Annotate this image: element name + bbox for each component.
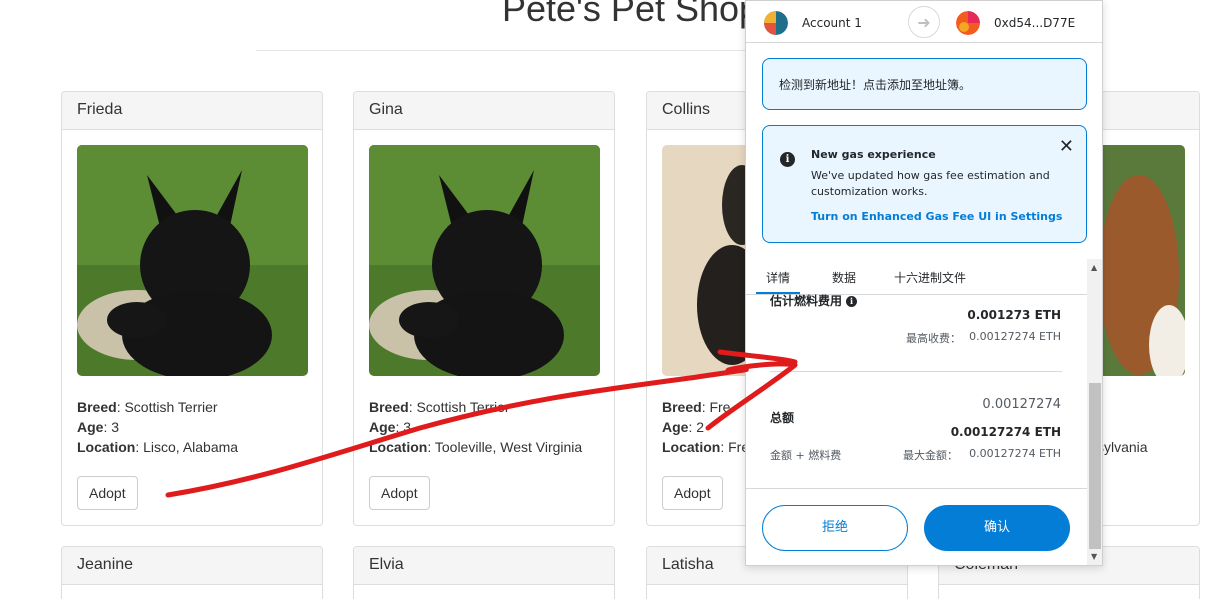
pet-breed: Scottish Terrier: [124, 399, 218, 415]
pet-breed: Scottish Terrier: [416, 399, 510, 415]
tab-details[interactable]: 详情: [766, 269, 790, 286]
scrollbar-thumb[interactable]: [1089, 383, 1101, 549]
arrow-right-icon: ➜: [908, 6, 940, 38]
info-icon[interactable]: i: [846, 296, 858, 307]
pet-name: Gina: [354, 92, 614, 130]
max-fee-label: 最高收费：: [906, 332, 961, 345]
recipient-avatar: [956, 11, 980, 35]
footer-divider: [746, 488, 1087, 489]
title-divider: [256, 50, 776, 51]
divider: [770, 371, 1062, 372]
breed-label: Breed: [662, 399, 702, 415]
account-name: Account 1: [802, 16, 862, 30]
gas-notice-title: New gas experience: [811, 148, 936, 161]
gas-experience-notice: i New gas experience We've updated how g…: [762, 125, 1087, 243]
age-label: Age: [662, 419, 689, 435]
pet-name: Jeanine: [62, 547, 322, 585]
pet-card-jeanine: Jeanine: [61, 546, 323, 599]
account-header: Account 1 ➜ 0xd54...D77E: [746, 1, 1102, 43]
to-address[interactable]: 0xd54...D77E: [956, 11, 1075, 35]
pet-location: Lisco, Alabama: [143, 439, 239, 455]
pet-name: Elvia: [354, 547, 614, 585]
scroll-up-icon[interactable]: ▲: [1091, 263, 1097, 272]
pet-photo: [369, 145, 600, 376]
location-label: Location: [77, 439, 136, 455]
pet-age: 3: [111, 419, 120, 435]
pet-location: sylvania: [1097, 439, 1148, 455]
reject-button[interactable]: 拒绝: [762, 505, 908, 551]
gas-notice-body: We've updated how gas fee estimation and…: [811, 169, 1050, 198]
adopt-button[interactable]: Adopt: [77, 476, 138, 510]
max-fee-value: 0.00127274 ETH: [969, 330, 1061, 343]
close-icon[interactable]: ✕: [1059, 136, 1074, 157]
from-account[interactable]: Account 1: [764, 11, 862, 35]
pet-card-gina: Gina Breed: Scottish Terrier Age: 3 Loca…: [353, 91, 615, 526]
detail-tabs: 详情 数据 十六进制文件: [746, 259, 1087, 295]
tab-hex[interactable]: 十六进制文件: [894, 269, 966, 286]
pet-card-frieda: Frieda Breed: Scottish Terrier Age: 3 Lo…: [61, 91, 323, 526]
adopt-button[interactable]: Adopt: [662, 476, 723, 510]
breed-label: Breed: [77, 399, 117, 415]
tab-data[interactable]: 数据: [832, 269, 856, 286]
total-small-value: 0.00127274: [982, 397, 1061, 412]
confirm-button[interactable]: 确认: [924, 505, 1070, 551]
pet-age: 3: [403, 419, 412, 435]
pet-breed: Fre: [709, 399, 731, 415]
estimated-gas-label: 估计燃料费用 i: [770, 292, 858, 309]
location-label: Location: [369, 439, 428, 455]
account-avatar: [764, 11, 788, 35]
page-title: Pete's Pet Shop: [502, 0, 760, 29]
breed-label: Breed: [369, 399, 409, 415]
recipient-address: 0xd54...D77E: [994, 16, 1076, 30]
pet-age: 2: [696, 419, 705, 435]
new-address-notice[interactable]: 检测到新地址！点击添加至地址簿。: [762, 58, 1087, 110]
total-value: 0.00127274 ETH: [950, 425, 1061, 439]
enhanced-gas-settings-link[interactable]: Turn on Enhanced Gas Fee UI in Settings: [811, 210, 1062, 223]
age-label: Age: [369, 419, 396, 435]
metamask-popup: Account 1 ➜ 0xd54...D77E 检测到新地址！点击添加至地址簿…: [745, 0, 1103, 566]
total-label: 总额: [770, 411, 795, 425]
location-label: Location: [662, 439, 721, 455]
max-amount-label: 最大金额：: [903, 449, 958, 462]
age-label: Age: [77, 419, 104, 435]
pet-name: Frieda: [62, 92, 322, 130]
amount-plus-gas-label: 金额 + 燃料费: [770, 449, 842, 462]
estimated-gas-value: 0.001273 ETH: [967, 308, 1061, 322]
scroll-down-icon[interactable]: ▼: [1091, 552, 1097, 561]
max-amount-value: 0.00127274 ETH: [969, 447, 1061, 460]
adopt-button[interactable]: Adopt: [369, 476, 430, 510]
pet-photo: [77, 145, 308, 376]
pet-location: Tooleville, West Virginia: [434, 439, 583, 455]
pet-card-elvia: Elvia: [353, 546, 615, 599]
info-icon: i: [780, 152, 795, 167]
